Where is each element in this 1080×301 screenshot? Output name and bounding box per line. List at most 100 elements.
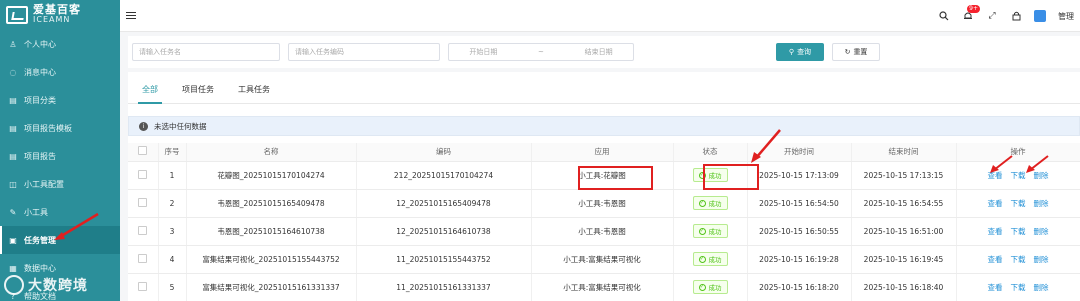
- table-row: 2 韦恩图_20251015165409478 12_2025101516540…: [128, 189, 1080, 218]
- task-code: 11_20251015155443752: [356, 245, 532, 274]
- menu-toggle-icon[interactable]: [126, 12, 136, 19]
- watermark-text: 大数跨境: [28, 277, 88, 294]
- start-time: 2025-10-15 17:13:09: [747, 161, 852, 190]
- task-status: ✓ 成功: [673, 217, 748, 246]
- annotation-box-status: [703, 164, 759, 190]
- notice-text: 未选中任何数据: [154, 121, 207, 131]
- query-button[interactable]: ⚲ 查询: [776, 43, 824, 61]
- delete-link[interactable]: 删除: [1034, 199, 1049, 208]
- start-time: 2025-10-15 16:50:55: [747, 217, 852, 246]
- row-actions: 查看 下载 删除: [956, 245, 1080, 274]
- view-link[interactable]: 查看: [988, 199, 1003, 208]
- sidebar-item-reports[interactable]: ▤ 项目报告: [0, 142, 120, 170]
- check-circle-icon: ✓: [698, 227, 706, 235]
- task-name: 花瓣图_20251015170104274: [186, 161, 357, 190]
- task-name: 韦恩图_20251015164610738: [186, 217, 357, 246]
- start-date-field[interactable]: 开始日期: [469, 47, 497, 57]
- view-link[interactable]: 查看: [988, 283, 1003, 292]
- tool-icon: ✎: [9, 207, 17, 217]
- notification-badge: 9+: [967, 5, 980, 13]
- task-status: ✓ 成功: [673, 273, 748, 301]
- download-link[interactable]: 下载: [1011, 283, 1026, 292]
- row-number: 2: [158, 189, 187, 218]
- column-header: 状态: [673, 143, 748, 162]
- task-code: 212_20251015170104274: [356, 161, 532, 190]
- row-checkbox[interactable]: [128, 273, 159, 301]
- logo[interactable]: 爱基百客 ICEAMN: [0, 0, 120, 30]
- table-row: 3 韦恩图_20251015164610738 12_2025101516461…: [128, 217, 1080, 246]
- task-code-input[interactable]: 请输入任务编码: [288, 43, 440, 61]
- column-header: 应用: [531, 143, 674, 162]
- task-status: ✓ 成功: [673, 245, 748, 274]
- template-icon: ▤: [9, 123, 17, 133]
- row-checkbox[interactable]: [128, 217, 159, 246]
- sidebar-menu: ♙ 个人中心 ◌ 消息中心 ▤ 项目分类 ▤ 项目报告模板 ▤ 项目报告 ◫ 小工具配置 ✎…: [0, 30, 120, 301]
- tab-all[interactable]: 全部: [130, 75, 170, 104]
- row-number: 1: [158, 161, 187, 190]
- task-app: 小工具:韦恩图: [531, 189, 674, 218]
- report-icon: ▤: [9, 151, 17, 161]
- check-circle-icon: ✓: [698, 255, 706, 263]
- task-name-input[interactable]: 请输入任务名: [132, 43, 280, 61]
- view-link[interactable]: 查看: [988, 255, 1003, 264]
- download-link[interactable]: 下载: [1011, 227, 1026, 236]
- annotation-arrow-view: [990, 155, 1013, 173]
- start-time: 2025-10-15 16:18:20: [747, 273, 852, 301]
- user-name[interactable]: 管理: [1058, 11, 1074, 22]
- sidebar-item-personal[interactable]: ♙ 个人中心: [0, 30, 120, 58]
- end-date-field[interactable]: 结束日期: [585, 47, 613, 57]
- download-link[interactable]: 下载: [1011, 199, 1026, 208]
- check-circle-icon: ✓: [698, 199, 706, 207]
- column-header: 编码: [356, 143, 532, 162]
- task-name: 韦恩图_20251015165409478: [186, 189, 357, 218]
- watermark-logo-icon: [4, 274, 24, 295]
- row-number: 5: [158, 273, 187, 301]
- sidebar-item-templates[interactable]: ▤ 项目报告模板: [0, 114, 120, 142]
- row-number: 3: [158, 217, 187, 246]
- task-name: 富集结果可视化_20251015161331337: [186, 273, 357, 301]
- category-icon: ▤: [9, 95, 17, 105]
- row-actions: 查看 下载 删除: [956, 189, 1080, 218]
- sidebar-item-label: 小工具配置: [24, 179, 64, 189]
- delete-link[interactable]: 删除: [1034, 283, 1049, 292]
- reset-icon: ↻: [844, 48, 851, 56]
- task-code: 11_20251015161331337: [356, 273, 532, 301]
- delete-link[interactable]: 删除: [1034, 255, 1049, 264]
- row-checkbox[interactable]: [128, 189, 159, 218]
- task-icon: ▣: [9, 235, 17, 245]
- row-actions: 查看 下载 删除: [956, 217, 1080, 246]
- select-all-checkbox[interactable]: [128, 143, 159, 162]
- task-code: 12_20251015164610738: [356, 217, 532, 246]
- search-icon: ⚲: [788, 48, 795, 56]
- tab-project-tasks[interactable]: 项目任务: [170, 75, 226, 103]
- logo-icon: [6, 6, 28, 24]
- avatar[interactable]: [1034, 10, 1046, 22]
- table-row: 4 富集结果可视化_20251015155443752 11_202510151…: [128, 245, 1080, 274]
- query-button-label: 查询: [797, 48, 812, 56]
- date-range-picker[interactable]: 开始日期 ~ 结束日期: [448, 43, 634, 61]
- reset-button[interactable]: ↻ 重置: [832, 43, 880, 61]
- selection-notice: i 未选中任何数据: [128, 116, 1080, 136]
- download-link[interactable]: 下载: [1011, 255, 1026, 264]
- column-header: 操作: [956, 143, 1080, 162]
- notification-bell-icon[interactable]: 9+: [962, 5, 980, 22]
- sidebar-item-categories[interactable]: ▤ 项目分类: [0, 86, 120, 114]
- sidebar-item-label: 小工具: [24, 207, 48, 217]
- task-app: 小工具:韦恩图: [531, 217, 674, 246]
- lock-icon[interactable]: [1010, 10, 1022, 22]
- tab-tool-tasks[interactable]: 工具任务: [226, 75, 282, 103]
- sidebar-item-messages[interactable]: ◌ 消息中心: [0, 58, 120, 86]
- check-circle-icon: ✓: [698, 283, 706, 291]
- column-header: 结束时间: [851, 143, 957, 162]
- delete-link[interactable]: 删除: [1034, 227, 1049, 236]
- sidebar-item-label: 项目报告: [24, 151, 56, 161]
- sidebar-item-tool-config[interactable]: ◫ 小工具配置: [0, 170, 120, 198]
- sidebar-item-label: 项目分类: [24, 95, 56, 105]
- search-icon[interactable]: [938, 10, 950, 22]
- row-checkbox[interactable]: [128, 161, 159, 190]
- fullscreen-icon[interactable]: ⤢: [986, 10, 998, 22]
- row-checkbox[interactable]: [128, 245, 159, 274]
- row-actions: 查看 下载 删除: [956, 161, 1080, 190]
- view-link[interactable]: 查看: [988, 227, 1003, 236]
- task-name: 富集结果可视化_20251015155443752: [186, 245, 357, 274]
